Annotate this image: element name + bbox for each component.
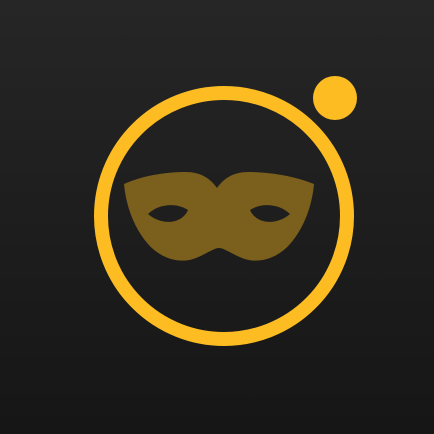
masquerade-mask-icon xyxy=(124,172,314,261)
status-dot-icon xyxy=(313,76,357,120)
app-icon xyxy=(0,0,434,434)
app-icon-graphic xyxy=(94,76,357,346)
